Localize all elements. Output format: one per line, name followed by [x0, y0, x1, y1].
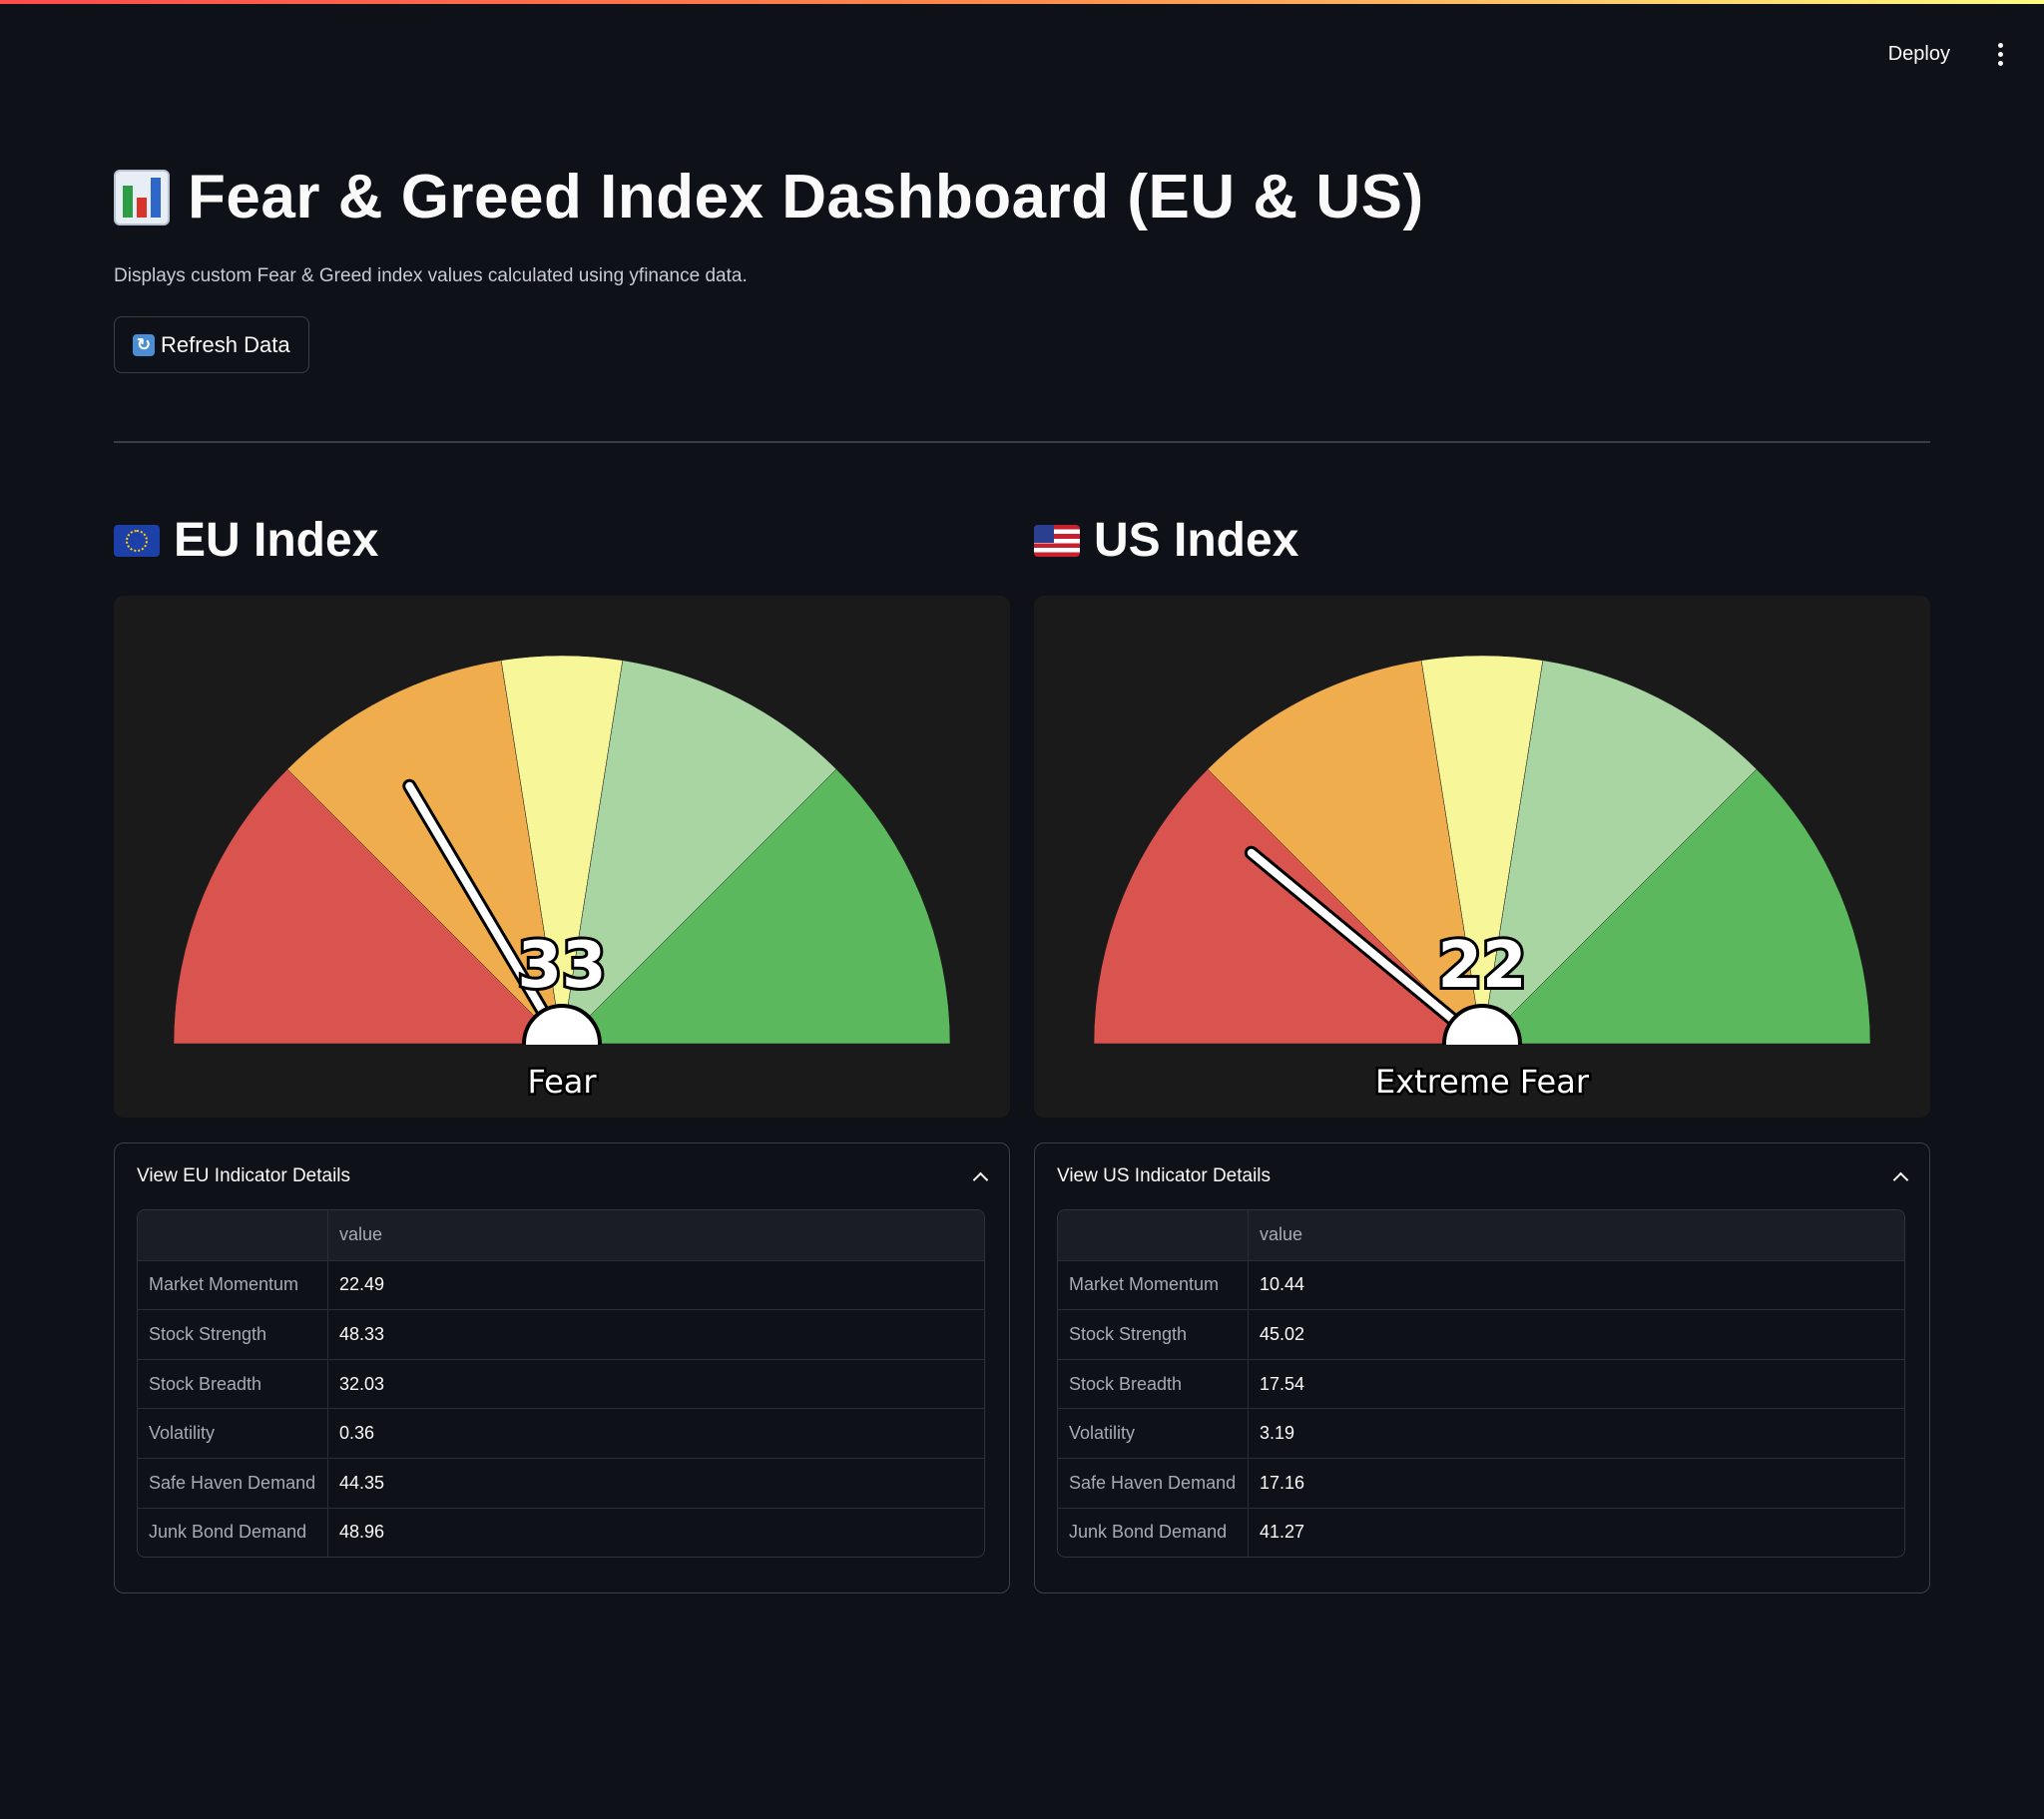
eu-section-header: EU Index	[114, 513, 378, 568]
eu-details-title: View EU Indicator Details	[137, 1165, 351, 1186]
gauge-sentiment-label: Extreme Fear	[1375, 1063, 1590, 1101]
indicator-name: Volatility	[1058, 1409, 1249, 1458]
table-row: Safe Haven Demand 44.35	[138, 1457, 984, 1508]
indicator-value: 22.49	[339, 1274, 385, 1295]
table-row: Stock Strength 45.02	[1058, 1309, 1904, 1359]
kebab-menu-icon[interactable]	[1980, 34, 2020, 74]
eu-details-expander: View EU Indicator Details value Market M…	[114, 1142, 1010, 1593]
indicator-name: Stock Breadth	[1058, 1359, 1249, 1409]
indicator-name: Safe Haven Demand	[1058, 1458, 1249, 1508]
page-subtitle: Displays custom Fear & Greed index value…	[114, 265, 748, 286]
us-gauge-chart: 22 Extreme Fear	[1093, 655, 1871, 1104]
eu-gauge-chart: 33 Fear	[173, 655, 951, 1104]
us-flag-icon	[1034, 524, 1080, 557]
indicator-name: Junk Bond Demand	[1058, 1508, 1249, 1558]
gauge-value-label: 33	[517, 929, 606, 1003]
table-row: Volatility 0.36	[138, 1408, 984, 1458]
indicator-name: Junk Bond Demand	[138, 1508, 328, 1558]
us-details-toggle[interactable]: View US Indicator Details	[1035, 1143, 1929, 1209]
table-row: Stock Breadth 17.54	[1058, 1358, 1904, 1409]
indicator-value: 48.33	[339, 1323, 385, 1344]
refresh-icon: ↻	[133, 333, 155, 356]
us-details-title: View US Indicator Details	[1057, 1165, 1272, 1186]
indicator-name: Volatility	[138, 1409, 328, 1458]
indicator-value: 44.35	[339, 1472, 385, 1493]
eu-gauge-card: 33 Fear	[114, 596, 1010, 1118]
table-row: Stock Breadth 32.03	[138, 1358, 984, 1409]
app-header: Deploy	[0, 4, 2044, 100]
table-header-row: value	[138, 1210, 984, 1260]
indicator-value: 41.27	[1260, 1522, 1305, 1543]
eu-details-toggle[interactable]: View EU Indicator Details	[115, 1143, 1009, 1209]
section-divider	[114, 441, 1930, 443]
us-section-title: US Index	[1094, 514, 1299, 567]
indicator-value: 45.02	[1260, 1323, 1305, 1344]
table-header-value: value	[339, 1224, 383, 1245]
table-row: Junk Bond Demand 41.27	[1058, 1507, 1904, 1558]
indicator-value: 0.36	[339, 1423, 375, 1444]
indicator-name: Stock Strength	[138, 1310, 328, 1359]
indicator-value: 48.96	[339, 1522, 385, 1543]
table-row: Volatility 3.19	[1058, 1408, 1904, 1458]
indicator-name: Safe Haven Demand	[138, 1458, 328, 1508]
page-title: Fear & Greed Index Dashboard (EU & US)	[188, 163, 1424, 231]
refresh-data-label: Refresh Data	[161, 331, 290, 357]
title-row: Fear & Greed Index Dashboard (EU & US)	[114, 162, 1424, 232]
chevron-up-icon	[973, 1169, 987, 1183]
us-section-header: US Index	[1034, 513, 1298, 568]
gauge-sentiment-label: Fear	[527, 1063, 597, 1101]
indicator-value: 10.44	[1260, 1274, 1305, 1295]
eu-indicator-table[interactable]: value Market Momentum 22.49 Stock Streng…	[137, 1209, 985, 1559]
chevron-up-icon	[1893, 1169, 1907, 1183]
table-row: Junk Bond Demand 48.96	[138, 1507, 984, 1558]
deploy-button[interactable]: Deploy	[1874, 34, 1964, 74]
indicator-name: Stock Strength	[1058, 1310, 1249, 1359]
table-header-index	[1058, 1210, 1249, 1260]
table-row: Safe Haven Demand 17.16	[1058, 1457, 1904, 1508]
us-indicator-table[interactable]: value Market Momentum 10.44 Stock Streng…	[1057, 1209, 1905, 1559]
indicator-name: Market Momentum	[138, 1260, 328, 1310]
eu-section-title: EU Index	[174, 514, 379, 567]
table-row: Market Momentum 10.44	[1058, 1259, 1904, 1310]
refresh-data-button[interactable]: ↻ Refresh Data	[114, 316, 309, 373]
table-header-value: value	[1260, 1224, 1303, 1245]
eu-flag-icon	[114, 524, 160, 557]
us-details-expander: View US Indicator Details value Market M…	[1034, 1142, 1930, 1593]
indicator-value: 3.19	[1260, 1423, 1295, 1444]
table-row: Market Momentum 22.49	[138, 1259, 984, 1310]
gauge-value-label: 22	[1437, 929, 1526, 1003]
indicator-value: 32.03	[339, 1373, 385, 1394]
indicator-value: 17.54	[1260, 1373, 1305, 1394]
indicator-name: Stock Breadth	[138, 1359, 328, 1409]
table-row: Stock Strength 48.33	[138, 1309, 984, 1359]
indicator-value: 17.16	[1260, 1472, 1305, 1493]
us-gauge-card: 22 Extreme Fear	[1034, 596, 1930, 1118]
bar-chart-icon	[114, 169, 170, 226]
table-header-index	[138, 1210, 328, 1260]
indicator-name: Market Momentum	[1058, 1260, 1249, 1310]
table-header-row: value	[1058, 1210, 1904, 1260]
